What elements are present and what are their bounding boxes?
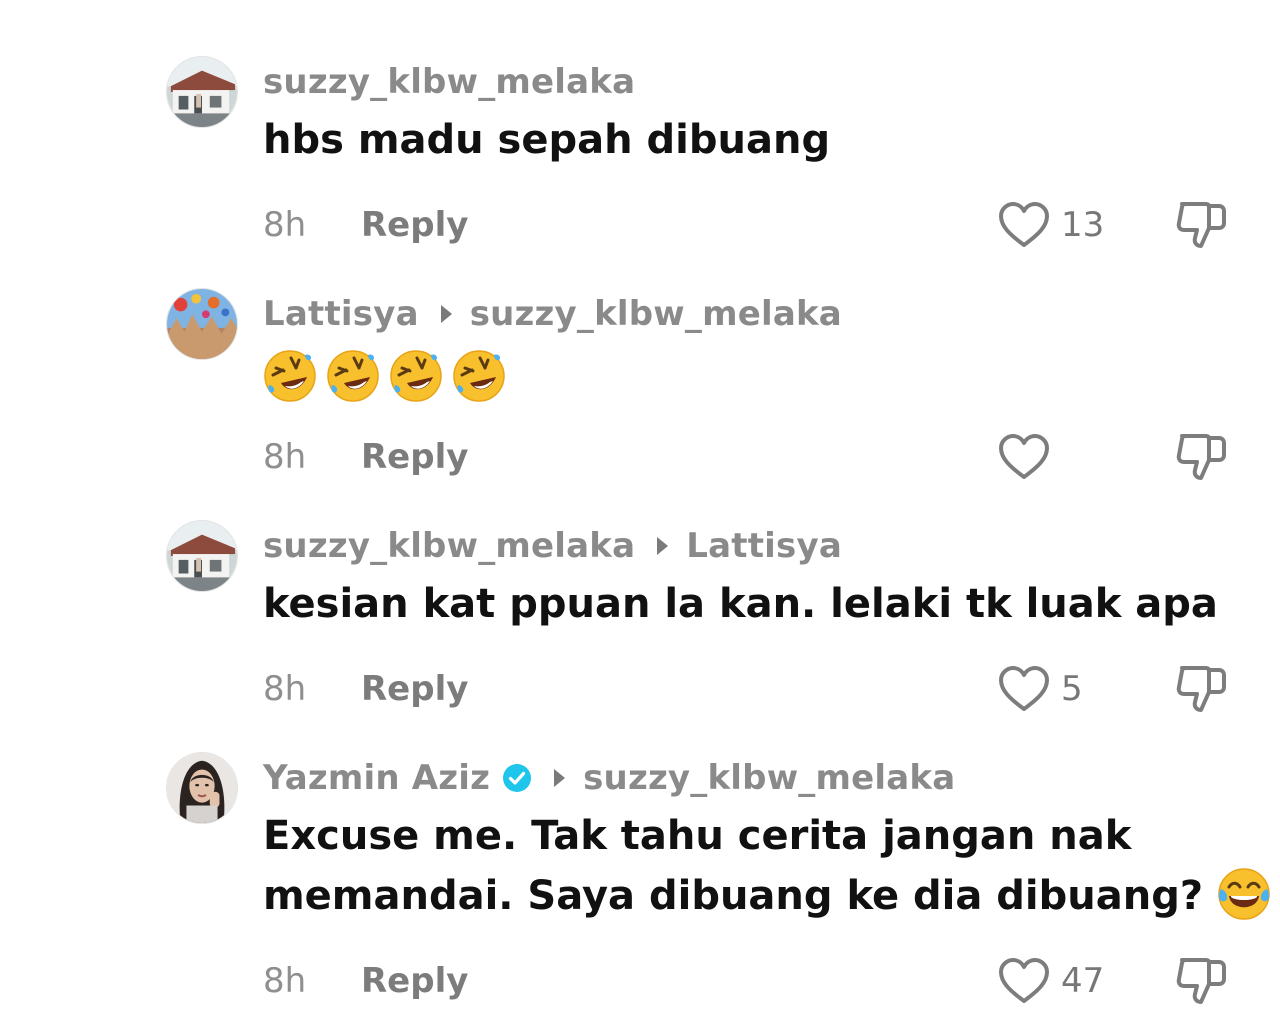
like-count: 13 [1061,205,1105,245]
comment-time: 8h [263,669,307,709]
comment-text: kesian kat ppuan la kan. lelaki tk luak … [263,581,1218,627]
comment-header: suzzy_klbw_melaka [263,60,635,104]
comment-text-line-1: Excuse me. Tak tahu cerita jangan nak [263,813,1132,859]
dislike-button[interactable] [1174,198,1228,252]
rolling-on-floor-laughing-emoji-icon [326,349,380,403]
heart-icon [997,200,1051,250]
reply-button[interactable]: Reply [361,669,468,709]
comment-meta: 8h Reply [263,664,468,714]
reply-to-username[interactable]: suzzy_klbw_melaka [583,758,955,798]
comment-text [263,344,515,404]
heart-icon [997,432,1051,482]
thumbs-down-icon [1174,198,1228,252]
rolling-on-floor-laughing-emoji-icon [452,349,506,403]
comment-meta: 8h Reply [263,200,468,250]
like-button[interactable]: 47 [997,956,1104,1006]
heart-icon [997,664,1051,714]
user-avatar-photo[interactable] [166,752,238,824]
username[interactable]: suzzy_klbw_melaka [263,62,635,102]
dislike-button[interactable] [1174,954,1228,1008]
username[interactable]: suzzy_klbw_melaka [263,526,635,566]
comment-meta: 8h Reply [263,956,468,1006]
user-avatar-photo[interactable] [166,288,238,360]
reply-arrow-icon [440,305,452,323]
like-count: 5 [1061,669,1083,709]
reply-arrow-icon [657,537,669,555]
like-button[interactable]: 13 [997,200,1104,250]
reply-arrow-icon [554,769,566,787]
heart-icon [997,956,1051,1006]
reply-button[interactable]: Reply [361,205,468,245]
comment-time: 8h [263,205,307,245]
verified-badge-icon [502,763,532,793]
rolling-on-floor-laughing-emoji-icon [263,349,317,403]
reply-button[interactable]: Reply [361,961,468,1001]
comment-text-line-2: memandai. Saya dibuang ke dia dibuang? [263,866,1271,926]
reply-to-username[interactable]: suzzy_klbw_melaka [470,294,842,334]
comment-time: 8h [263,961,307,1001]
comment-meta: 8h Reply [263,432,468,482]
username[interactable]: Yazmin Aziz [263,758,490,798]
user-avatar-photo[interactable] [166,520,238,592]
comment-header: Lattisya suzzy_klbw_melaka [263,292,842,336]
username[interactable]: Lattisya [263,294,419,334]
like-button[interactable]: 5 [997,664,1083,714]
comment-header: suzzy_klbw_melaka Lattisya [263,524,842,568]
like-button[interactable] [997,432,1051,482]
comment-text: hbs madu sepah dibuang [263,117,831,163]
thumbs-down-icon [1174,430,1228,484]
comment-header: Yazmin Aziz suzzy_klbw_melaka [263,756,955,800]
rolling-on-floor-laughing-emoji-icon [389,349,443,403]
dislike-button[interactable] [1174,662,1228,716]
user-avatar-photo[interactable] [166,56,238,128]
comment-text-line-2-content: memandai. Saya dibuang ke dia dibuang? [263,873,1204,919]
like-count: 47 [1061,961,1105,1001]
comment-time: 8h [263,437,307,477]
face-with-tears-of-joy-emoji-icon [1217,867,1271,921]
reply-button[interactable]: Reply [361,437,468,477]
dislike-button[interactable] [1174,430,1228,484]
thumbs-down-icon [1174,662,1228,716]
reply-to-username[interactable]: Lattisya [686,526,842,566]
thumbs-down-icon [1174,954,1228,1008]
